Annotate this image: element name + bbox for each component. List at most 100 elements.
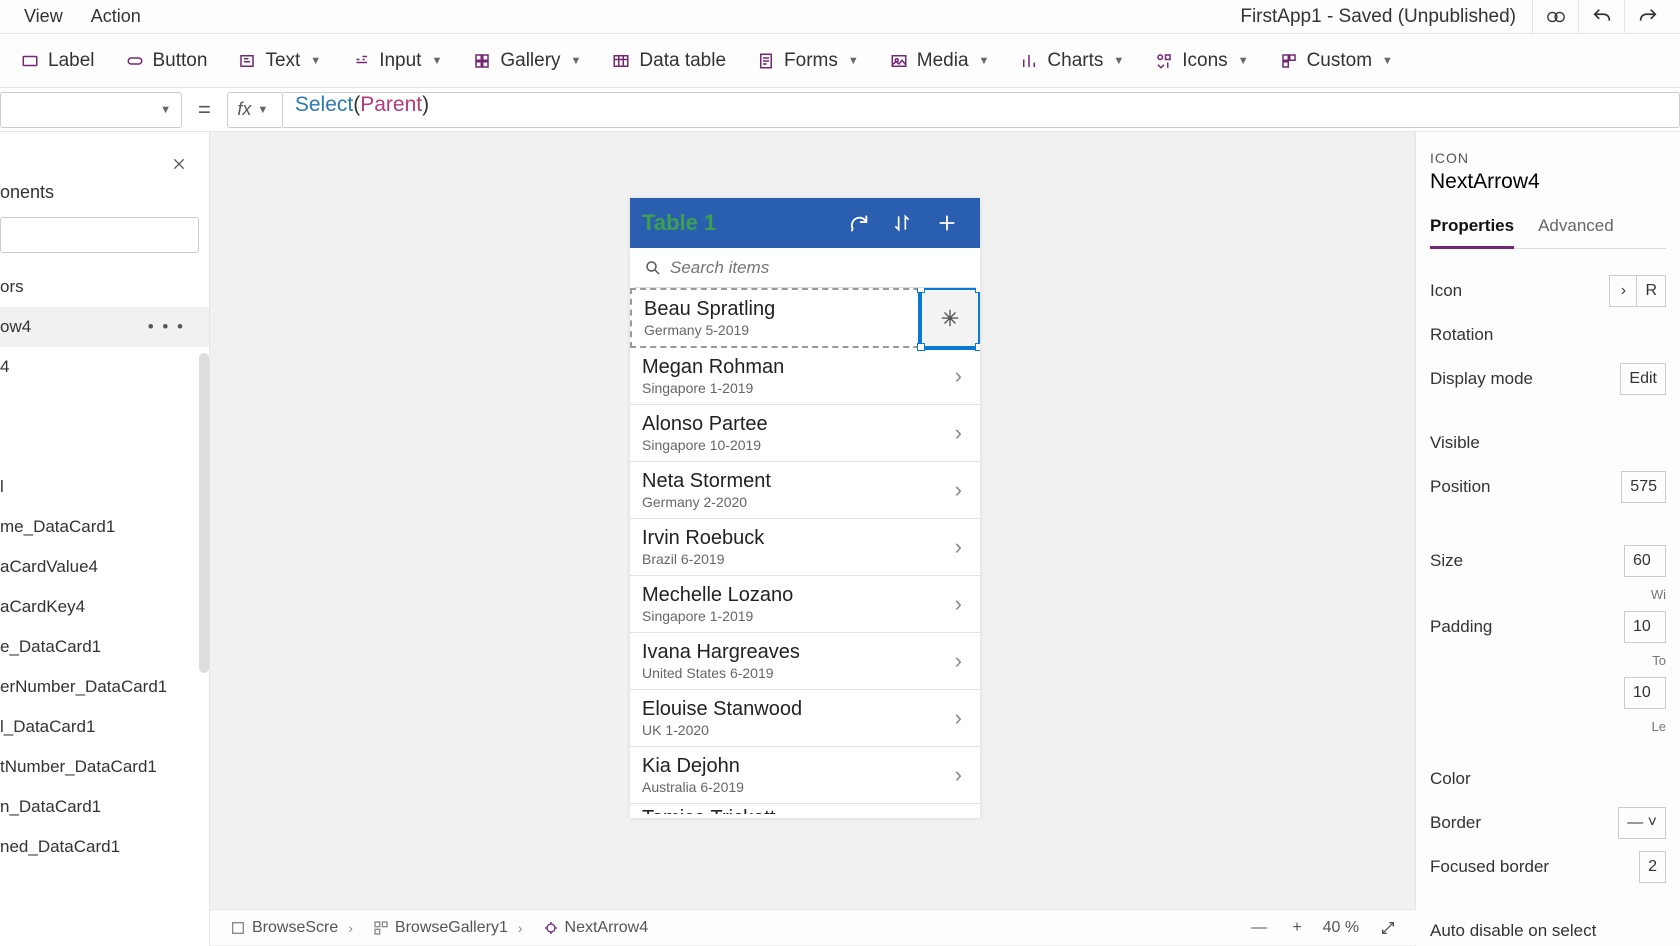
forms-icon [756, 51, 776, 71]
label-icon [20, 51, 40, 71]
undo-icon[interactable] [1578, 0, 1624, 34]
row-name: Kia Dejohn [642, 755, 949, 778]
gallery-row[interactable]: Tamica Trickett› [630, 804, 980, 814]
chevron-right-icon[interactable]: › [949, 648, 968, 674]
prop-auto-disable-label: Auto disable on select [1430, 921, 1666, 941]
sort-icon[interactable] [892, 213, 924, 233]
chevron-right-icon[interactable]: › [949, 762, 968, 788]
gallery-row[interactable]: Kia DejohnAustralia 6-2019› [630, 747, 980, 804]
tree-item[interactable]: aCardKey4 [0, 587, 209, 627]
insert-button[interactable]: Button [111, 44, 222, 78]
chevron-down-icon: ▼ [431, 55, 442, 67]
row-subtitle: UK 1-2020 [642, 722, 949, 738]
tree-item[interactable]: n_DataCard1 [0, 787, 209, 827]
properties-panel: ICON NextArrow4 Properties Advanced Icon… [1416, 132, 1680, 946]
prop-border-value[interactable]: — ˅ [1618, 807, 1666, 839]
chevron-right-icon[interactable]: › [949, 705, 968, 731]
chevron-down-icon: ▼ [1113, 55, 1124, 67]
chevron-right-icon[interactable]: › [949, 477, 968, 503]
insert-gallery[interactable]: Gallery▼ [458, 44, 595, 78]
gallery-row[interactable]: Irvin RoebuckBrazil 6-2019› [630, 519, 980, 576]
insert-text[interactable]: Text▼ [223, 44, 335, 78]
prop-size-value[interactable]: 60 [1624, 545, 1666, 577]
insert-icons[interactable]: Icons▼ [1140, 44, 1262, 78]
insert-input[interactable]: Input▼ [337, 44, 456, 78]
fx-button[interactable]: fx▼ [227, 92, 283, 128]
chevron-right-icon[interactable]: › [949, 420, 968, 446]
tree-item[interactable]: aCardValue4 [0, 547, 209, 587]
insert-forms[interactable]: Forms▼ [742, 44, 873, 78]
insert-label[interactable]: Label [6, 44, 109, 78]
row-name: Tamica Trickett [642, 807, 949, 814]
chevron-right-icon[interactable]: › [1609, 275, 1637, 307]
tree-item[interactable]: l [0, 467, 209, 507]
tree-item[interactable]: ned_DataCard1 [0, 827, 209, 867]
tree-item[interactable]: l_DataCard1 [0, 707, 209, 747]
row-subtitle: Singapore 10-2019 [642, 437, 949, 453]
more-icon[interactable]: • • • [148, 317, 199, 337]
close-icon[interactable] [169, 154, 189, 174]
search-box[interactable] [634, 248, 976, 288]
tree-item[interactable]: e_DataCard1 [0, 627, 209, 667]
tab-properties[interactable]: Properties [1430, 210, 1514, 249]
prop-padding-label: Padding [1430, 617, 1624, 637]
prop-padding-hint2: Le [1652, 719, 1666, 734]
prop-display-mode-value[interactable]: Edit [1620, 363, 1666, 395]
chevron-right-icon[interactable]: › [949, 363, 968, 389]
tree-search-input[interactable] [0, 217, 199, 253]
insert-data-table[interactable]: Data table [597, 44, 740, 78]
prop-padding-left-value[interactable]: 10 [1624, 677, 1666, 709]
row-subtitle: Australia 6-2019 [642, 779, 949, 795]
menu-action[interactable]: Action [77, 2, 155, 31]
tree-item[interactable]: ors [0, 267, 209, 307]
tree-item[interactable]: erNumber_DataCard1 [0, 667, 209, 707]
prop-size-hint: Wi [1651, 587, 1666, 602]
prop-position-value[interactable]: 575 [1621, 471, 1666, 503]
scrollbar[interactable] [199, 353, 209, 673]
gallery-row[interactable]: Alonso ParteeSingapore 10-2019› [630, 405, 980, 462]
tree-item[interactable]: 4 [0, 347, 209, 387]
gallery-row[interactable]: Elouise StanwoodUK 1-2020› [630, 690, 980, 747]
insert-charts[interactable]: Charts▼ [1005, 44, 1138, 78]
chevron-right-icon[interactable]: › [949, 806, 968, 815]
gallery-row[interactable]: Mechelle LozanoSingapore 1-2019› [630, 576, 980, 633]
prop-size-label: Size [1430, 551, 1624, 571]
insert-media[interactable]: Media▼ [875, 44, 1004, 78]
tree-item-selected[interactable]: ow4• • • [0, 307, 209, 347]
breadcrumb-control[interactable]: NextArrow4 [543, 919, 649, 937]
search-input[interactable] [670, 258, 966, 278]
expand-icon[interactable] [1380, 920, 1396, 936]
text-icon [237, 51, 257, 71]
prop-padding-top-value[interactable]: 10 [1624, 611, 1666, 643]
add-icon[interactable] [936, 212, 968, 234]
gallery-row[interactable]: Megan RohmanSingapore 1-2019› [630, 348, 980, 405]
icons-icon [1154, 51, 1174, 71]
tree-item[interactable]: me_DataCard1 [0, 507, 209, 547]
tab-advanced[interactable]: Advanced [1538, 210, 1614, 248]
row-name: Irvin Roebuck [642, 527, 949, 550]
media-icon [889, 51, 909, 71]
search-icon [644, 259, 662, 277]
property-select[interactable]: ▼ [0, 92, 182, 128]
insert-custom[interactable]: Custom▼ [1265, 44, 1407, 78]
gallery-row[interactable]: Ivana HargreavesUnited States 6-2019› [630, 633, 980, 690]
selected-nextarrow-icon[interactable] [918, 288, 980, 350]
prop-visible-label: Visible [1430, 433, 1666, 453]
redo-icon[interactable] [1624, 0, 1670, 34]
refresh-icon[interactable] [848, 212, 880, 234]
gallery-row[interactable]: Neta StormentGermany 2-2020› [630, 462, 980, 519]
zoom-controls[interactable]: — + 40 % [1251, 919, 1396, 937]
chevron-right-icon[interactable]: › [949, 591, 968, 617]
breadcrumb-gallery[interactable]: BrowseGallery1› [373, 919, 523, 937]
app-checker-icon[interactable] [1532, 0, 1578, 34]
canvas[interactable]: Table 1 [210, 132, 1416, 946]
prop-padding-hint: To [1652, 653, 1666, 668]
menu-view[interactable]: View [10, 2, 77, 31]
chevron-right-icon[interactable]: › [949, 534, 968, 560]
gallery-row[interactable]: Beau Spratling Germany 5-2019 [630, 288, 980, 348]
tree-item[interactable]: tNumber_DataCard1 [0, 747, 209, 787]
prop-icon-value[interactable]: R [1637, 275, 1666, 307]
prop-focused-border-value[interactable]: 2 [1639, 851, 1666, 883]
breadcrumb-screen[interactable]: BrowseScre› [230, 919, 353, 937]
formula-input[interactable]: Select(Parent) [283, 92, 1680, 128]
